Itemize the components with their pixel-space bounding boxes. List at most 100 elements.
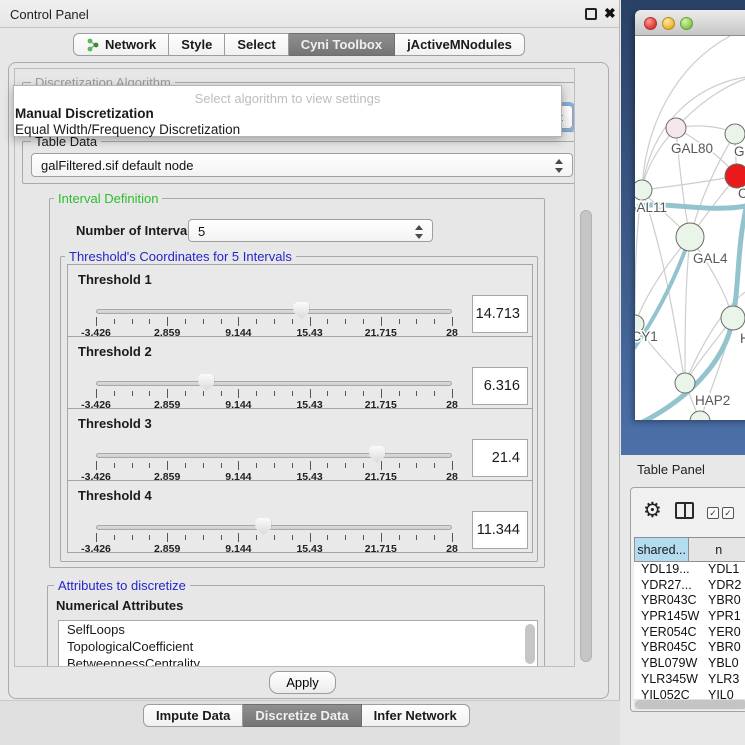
cell-shared-name: YBL079W xyxy=(634,656,703,672)
slider-track[interactable] xyxy=(96,453,452,458)
network-node[interactable] xyxy=(666,118,686,138)
table-hscrollbar[interactable] xyxy=(634,699,745,710)
dropdown-item-equal-width-frequency[interactable]: Equal Width/Frequency Discretization xyxy=(15,122,240,137)
number-of-intervals-combobox[interactable]: 5 xyxy=(188,219,433,242)
network-node[interactable] xyxy=(721,306,745,330)
threshold-value-field[interactable]: 11.344 xyxy=(472,511,528,549)
network-edge[interactable] xyxy=(642,176,737,190)
tab-style[interactable]: Style xyxy=(169,33,225,56)
slider-thumb[interactable] xyxy=(255,518,271,535)
checkbox-icon[interactable]: ✓ xyxy=(722,507,734,519)
tab-label: Discretize Data xyxy=(255,705,348,726)
threshold-value-field[interactable]: 14.713 xyxy=(472,295,528,333)
threshold-label: Threshold 4 xyxy=(78,488,152,503)
table-row[interactable]: YDL19...YDL1 xyxy=(634,562,745,578)
tab-select[interactable]: Select xyxy=(225,33,288,56)
threshold-value-field[interactable]: 6.316 xyxy=(472,367,528,405)
network-node[interactable] xyxy=(635,180,652,200)
dropdown-item-manual-discretization[interactable]: Manual Discretization xyxy=(15,106,154,121)
slider-tick xyxy=(310,317,311,326)
slider-tick xyxy=(381,461,382,470)
table-data-combobox[interactable]: galFiltered.sif default node xyxy=(31,153,573,177)
network-node-label: H xyxy=(740,331,745,346)
split-columns-icon[interactable] xyxy=(675,502,694,519)
slider-thumb[interactable] xyxy=(198,374,214,391)
table-row[interactable]: YDR27...YDR2 xyxy=(634,578,745,594)
table-row[interactable]: YIL052CYIL0 xyxy=(634,688,745,700)
attribute-item[interactable]: BetweennessCentrality xyxy=(59,655,537,667)
column-header-shared-name[interactable]: shared... xyxy=(634,537,689,562)
cell-name: YBL0 xyxy=(703,656,745,672)
network-node[interactable] xyxy=(676,223,704,251)
attribute-item[interactable]: TopologicalCoefficient xyxy=(59,638,537,655)
slider-thumb[interactable] xyxy=(369,446,385,463)
zoom-traffic-light-icon[interactable] xyxy=(680,17,693,30)
slider-tick xyxy=(327,319,328,324)
slider-tick xyxy=(114,391,115,396)
table-row[interactable]: YLR345WYLR3 xyxy=(634,672,745,688)
slider-track[interactable] xyxy=(96,309,452,314)
network-node[interactable] xyxy=(675,373,695,393)
slider-tick xyxy=(238,317,239,326)
table-row[interactable]: YBL079WYBL0 xyxy=(634,656,745,672)
slider-tick xyxy=(292,391,293,396)
tab-infer-network[interactable]: Infer Network xyxy=(362,704,470,727)
table-toolbar: ⚙ ✓ ✓ xyxy=(631,488,745,537)
checkbox-icon[interactable]: ✓ xyxy=(707,507,719,519)
close-traffic-light-icon[interactable] xyxy=(644,17,657,30)
tab-cyni-toolbox[interactable]: Cyni Toolbox xyxy=(289,33,395,56)
slider-tick xyxy=(381,317,382,326)
slider-tick xyxy=(363,463,364,468)
network-node-label: HAP2 xyxy=(695,393,730,408)
minimize-traffic-light-icon[interactable] xyxy=(662,17,675,30)
slider-tick xyxy=(399,535,400,540)
network-edge[interactable] xyxy=(676,76,745,128)
tab-network[interactable]: Network xyxy=(73,33,169,56)
panel-scrollbar-thumb[interactable] xyxy=(580,210,592,662)
network-window-titlebar[interactable] xyxy=(635,10,745,36)
tab-label: Infer Network xyxy=(374,705,457,726)
table-hscrollbar-thumb[interactable] xyxy=(635,700,745,709)
list-scrollbar[interactable] xyxy=(525,624,535,664)
network-view-window: GAL80GCGAL11GAL4HGCY1HAP2 xyxy=(635,10,745,420)
table-row[interactable]: YPR145WYPR1 xyxy=(634,609,745,625)
attribute-item[interactable]: SelfLoops xyxy=(59,621,537,638)
table-row[interactable]: YER054CYER0 xyxy=(634,625,745,641)
network-node[interactable] xyxy=(690,411,710,420)
table-row[interactable]: YBR043CYBR0 xyxy=(634,593,745,609)
slider-tick xyxy=(416,319,417,324)
slider-track[interactable] xyxy=(96,525,452,530)
slider-tick xyxy=(434,319,435,324)
scroll-viewport: Discretization Algorithm Table Data galF… xyxy=(14,68,575,667)
slider-tick xyxy=(203,391,204,396)
tab-impute-data[interactable]: Impute Data xyxy=(143,704,243,727)
panel-scrollbar[interactable] xyxy=(576,68,596,667)
slider-tick xyxy=(203,319,204,324)
tab-label: Network xyxy=(105,34,156,55)
float-window-icon[interactable] xyxy=(585,8,597,20)
column-header-name[interactable]: n xyxy=(689,537,745,562)
tab-discretize-data[interactable]: Discretize Data xyxy=(243,704,361,727)
slider-tick-label: 2.859 xyxy=(137,543,197,555)
cell-shared-name: YDL19... xyxy=(634,562,703,578)
slider-tick xyxy=(434,391,435,396)
slider-track[interactable] xyxy=(96,381,452,386)
slider-thumb[interactable] xyxy=(293,302,309,319)
network-node-label: GAL4 xyxy=(693,251,728,266)
gear-icon[interactable]: ⚙ xyxy=(643,498,662,523)
network-canvas[interactable]: GAL80GCGAL11GAL4HGCY1HAP2 xyxy=(635,36,745,420)
slider-tick xyxy=(345,391,346,396)
slider-tick xyxy=(274,391,275,396)
tab-jactivemnodules[interactable]: jActiveMNodules xyxy=(395,33,525,56)
network-node[interactable] xyxy=(725,124,745,144)
network-edge[interactable] xyxy=(685,237,690,383)
network-edge[interactable] xyxy=(635,237,690,324)
network-node[interactable] xyxy=(725,164,745,188)
close-icon[interactable]: ✖ xyxy=(604,5,616,22)
threshold-value-field[interactable]: 21.4 xyxy=(472,439,528,477)
slider-tick-label: -3.426 xyxy=(66,543,126,555)
slider-tick xyxy=(185,535,186,540)
network-edge[interactable] xyxy=(642,190,685,383)
table-row[interactable]: YBR045CYBR0 xyxy=(634,640,745,656)
apply-button[interactable]: Apply xyxy=(269,671,336,694)
